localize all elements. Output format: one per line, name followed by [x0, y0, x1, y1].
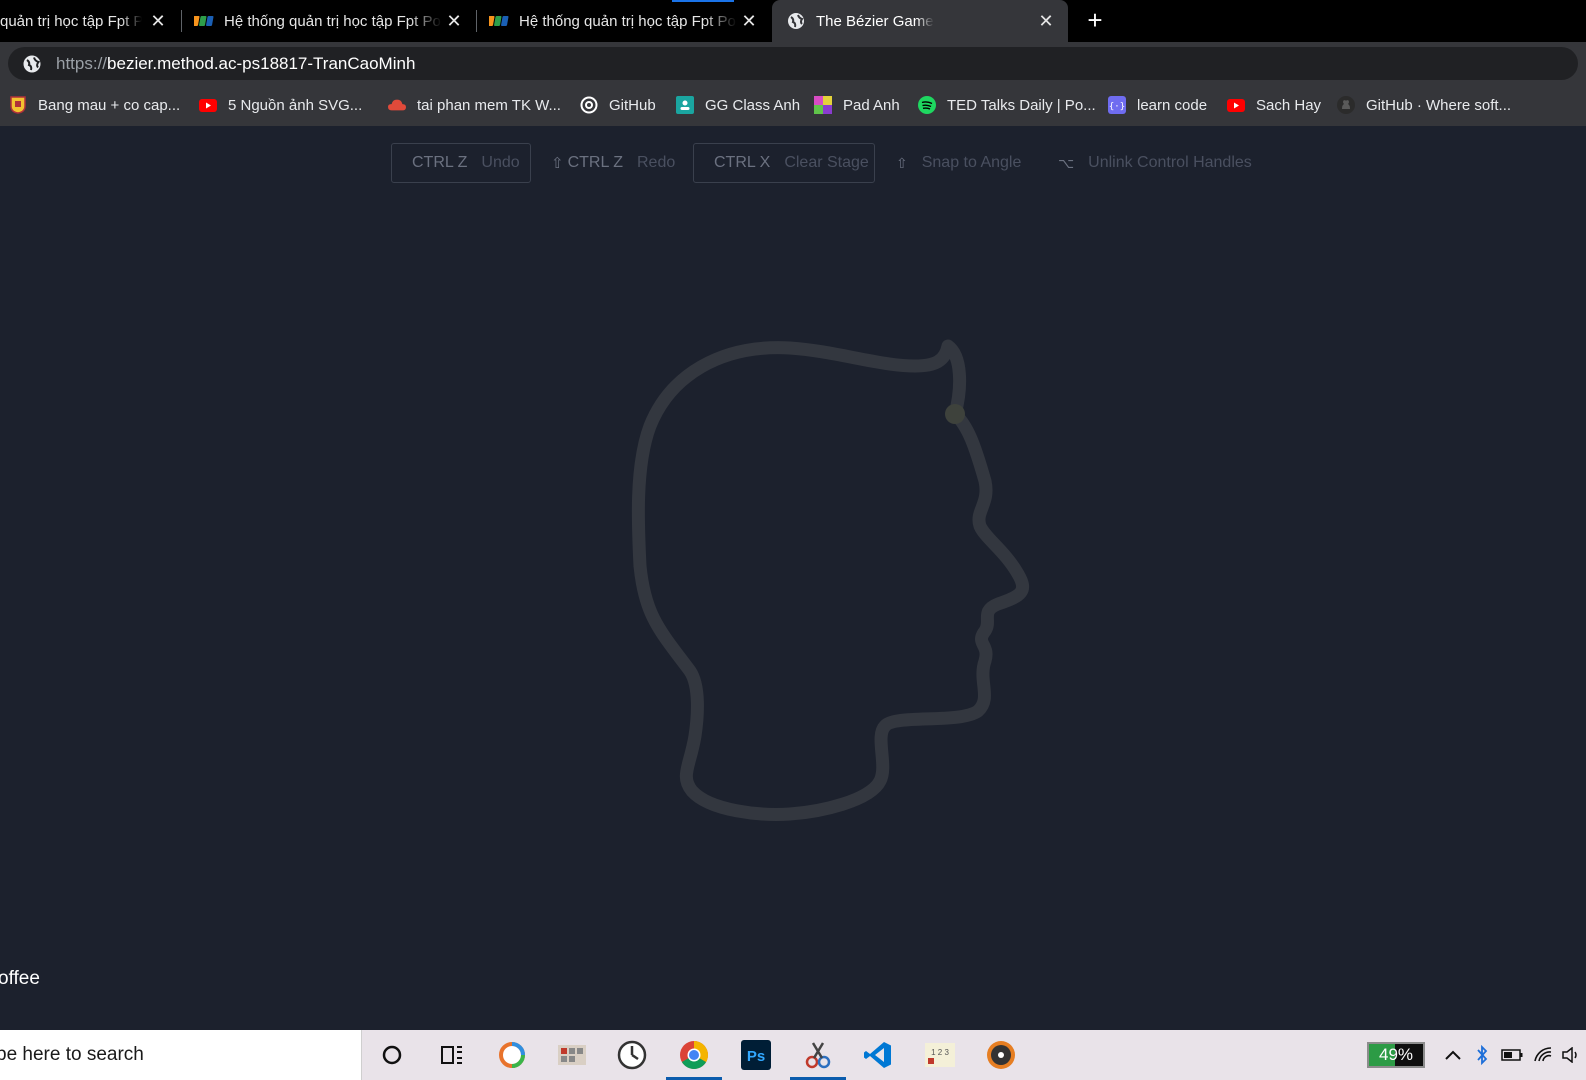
- close-icon[interactable]: ✕: [739, 11, 759, 31]
- windows-taskbar: pe here to search Ps 1 2 3 49%: [0, 1030, 1586, 1080]
- bookmark-label: GitHub: [609, 96, 656, 114]
- address-bar[interactable]: https://bezier.method.ac-ps18817-TranCao…: [8, 47, 1578, 80]
- close-icon[interactable]: ✕: [148, 11, 168, 31]
- bookmark-label: GG Class Anh: [705, 96, 801, 114]
- snipping-icon[interactable]: [788, 1030, 848, 1080]
- drawing-stage[interactable]: [0, 126, 1586, 1030]
- tab-bezier-game[interactable]: The Bézier Game ✕: [772, 0, 1068, 42]
- bookmark-item[interactable]: 5 Nguồn ảnh SVG...: [199, 95, 362, 115]
- app-grid-icon[interactable]: [542, 1030, 602, 1080]
- bookmark-label: tai phan mem TK W...: [417, 96, 561, 114]
- bookmark-label: Bang mau + co cap...: [38, 96, 181, 114]
- tab-3[interactable]: Hệ thống quản trị học tập Fpt Po ✕: [477, 0, 771, 42]
- svg-text:Ps: Ps: [747, 1048, 765, 1065]
- bookmark-label: GitHub · Where soft...: [1366, 96, 1512, 114]
- github-ring-icon: [580, 96, 598, 114]
- cloud-icon: [388, 96, 406, 114]
- site-info-icon[interactable]: [22, 54, 42, 74]
- youtube-icon: [1227, 96, 1245, 114]
- tab-strip: quản trị học tập Fpt Po ✕ Hệ thống quản …: [0, 0, 1586, 42]
- close-icon[interactable]: ✕: [444, 11, 464, 31]
- clock-app-icon[interactable]: [602, 1030, 662, 1080]
- youtube-icon: [199, 96, 217, 114]
- new-tab-button[interactable]: +: [1082, 7, 1108, 34]
- url-host: bezier.method.ac-ps18817-TranCaoMinh: [107, 53, 416, 73]
- vscode-icon[interactable]: [848, 1030, 908, 1080]
- url-text: https://bezier.method.ac-ps18817-TranCao…: [56, 54, 415, 74]
- pad-icon: [814, 96, 832, 114]
- bookmark-label: learn code: [1137, 96, 1208, 114]
- buy-me-coffee-link[interactable]: offee: [0, 968, 40, 990]
- chrome-icon[interactable]: [664, 1030, 724, 1080]
- bookmark-item[interactable]: TED Talks Daily | Po...: [918, 95, 1096, 115]
- app-ring-icon[interactable]: [482, 1030, 542, 1080]
- anchor-point[interactable]: [945, 404, 965, 424]
- bookmark-item[interactable]: tai phan mem TK W...: [388, 95, 561, 115]
- svg-text:{·}: {·}: [1109, 102, 1125, 112]
- bookmark-item[interactable]: GitHub: [580, 95, 656, 115]
- bookmark-item[interactable]: {·} learn code: [1108, 95, 1207, 115]
- crest-icon: [9, 96, 27, 114]
- fpt-favicon-icon: [489, 11, 509, 31]
- classroom-icon: [676, 96, 694, 114]
- bookmarks-bar: Bang mau + co cap... 5 Nguồn ảnh SVG... …: [0, 84, 1586, 126]
- bookmark-label: Pad Anh: [843, 96, 900, 114]
- tab-title: Hệ thống quản trị học tập Fpt Po: [224, 12, 441, 30]
- tab-1[interactable]: quản trị học tập Fpt Po ✕: [0, 0, 180, 42]
- photoshop-icon[interactable]: Ps: [726, 1030, 786, 1080]
- bezier-game-page: CTRL Z Undo ⇧ CTRL Z Redo CTRL X Clear S…: [0, 126, 1586, 1030]
- volume-icon[interactable]: [1560, 1030, 1582, 1080]
- bluetooth-icon[interactable]: [1470, 1030, 1494, 1080]
- calculator-icon[interactable]: 1 2 3: [910, 1030, 970, 1080]
- chevron-up-icon[interactable]: [1440, 1030, 1466, 1080]
- close-icon[interactable]: ✕: [1036, 11, 1056, 31]
- wifi-icon[interactable]: [1530, 1030, 1556, 1080]
- taskbar-search-box[interactable]: pe here to search: [0, 1030, 362, 1080]
- music-icon[interactable]: [971, 1030, 1031, 1080]
- battery-widget[interactable]: 49%: [1367, 1042, 1425, 1068]
- tab-title: quản trị học tập Fpt Po: [0, 12, 142, 30]
- fpt-favicon-icon: [194, 11, 214, 31]
- spotify-icon: [918, 96, 936, 114]
- battery-percent-label: 49%: [1378, 1045, 1414, 1064]
- cortana-icon[interactable]: [362, 1030, 422, 1080]
- bookmark-item[interactable]: GG Class Anh: [676, 95, 800, 115]
- github-icon: [1337, 96, 1355, 114]
- globe-icon: [786, 11, 806, 31]
- task-view-icon[interactable]: [422, 1030, 482, 1080]
- bookmark-item[interactable]: GitHub · Where soft...: [1337, 95, 1511, 115]
- bookmark-item[interactable]: Sach Hay: [1227, 95, 1321, 115]
- bookmark-item[interactable]: Bang mau + co cap...: [9, 95, 180, 115]
- bookmark-item[interactable]: Pad Anh: [814, 95, 900, 115]
- search-placeholder: pe here to search: [0, 1044, 144, 1065]
- bookmark-label: 5 Nguồn ảnh SVG...: [228, 96, 363, 114]
- browser-toolbar: https://bezier.method.ac-ps18817-TranCao…: [0, 42, 1586, 84]
- tab-2[interactable]: Hệ thống quản trị học tập Fpt Po ✕: [182, 0, 476, 42]
- url-scheme: https://: [56, 53, 108, 73]
- bookmark-label: Sach Hay: [1256, 96, 1322, 114]
- code-icon: {·}: [1108, 96, 1126, 114]
- bookmark-label: TED Talks Daily | Po...: [947, 96, 1096, 114]
- svg-text:1 2 3: 1 2 3: [931, 1048, 949, 1057]
- tab-title: Hệ thống quản trị học tập Fpt Po: [519, 12, 736, 30]
- head-profile-guide-path: [631, 339, 1029, 821]
- tab-title: The Bézier Game: [816, 12, 934, 30]
- battery-icon[interactable]: [1499, 1030, 1525, 1080]
